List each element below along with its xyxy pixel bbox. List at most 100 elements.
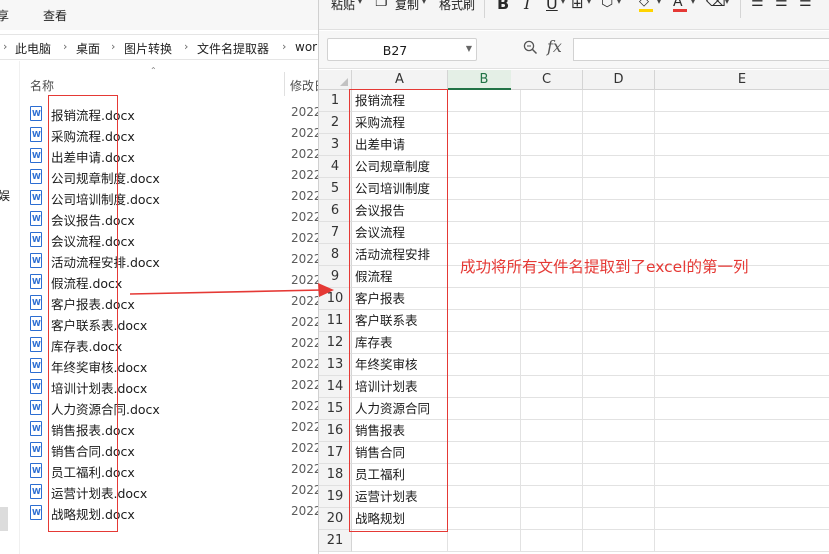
column-header-e[interactable]: E	[655, 70, 829, 90]
row-header[interactable]: 10	[319, 288, 352, 310]
fx-icon[interactable]: fx	[547, 37, 562, 56]
clear-format-caret-icon[interactable]: ▾	[725, 0, 729, 6]
borders-caret-icon[interactable]: ▾	[587, 0, 591, 6]
paste-dropdown-caret-icon[interactable]: ▾	[358, 0, 362, 6]
row-header[interactable]: 13	[319, 354, 352, 376]
paste-button[interactable]: 粘贴	[331, 0, 355, 13]
fill-color-icon[interactable]: ◇	[639, 0, 649, 9]
cell-d6[interactable]	[583, 200, 655, 222]
cell-c1[interactable]	[511, 90, 583, 112]
menu-view[interactable]: 查看	[43, 7, 67, 24]
cell-c12[interactable]	[511, 332, 583, 354]
cell-d18[interactable]	[583, 464, 655, 486]
align-right-icon[interactable]: ☰	[799, 0, 812, 10]
underline-icon[interactable]: U	[546, 0, 558, 13]
row-header[interactable]: 6	[319, 200, 352, 222]
align-left-icon[interactable]: ☰	[751, 0, 764, 10]
cell-c6[interactable]	[511, 200, 583, 222]
cell-c14[interactable]	[511, 376, 583, 398]
cell-e2[interactable]	[655, 112, 829, 134]
cell-e6[interactable]	[655, 200, 829, 222]
cell-c3[interactable]	[511, 134, 583, 156]
cell-c10[interactable]	[511, 288, 583, 310]
copy-icon[interactable]: ❐	[375, 0, 388, 10]
cell-e18[interactable]	[655, 464, 829, 486]
fill-color-caret-icon[interactable]: ▾	[657, 0, 661, 6]
formula-input[interactable]	[573, 38, 829, 61]
name-box[interactable]: B27 ▼	[327, 38, 477, 61]
cell-d12[interactable]	[583, 332, 655, 354]
row-header[interactable]: 4	[319, 156, 352, 178]
cell-d20[interactable]	[583, 508, 655, 530]
font-color-caret-icon[interactable]: ▾	[691, 0, 695, 6]
breadcrumb-this-pc[interactable]: 此电脑	[15, 40, 51, 57]
align-center-icon[interactable]: ☰	[775, 0, 788, 10]
cell-d16[interactable]	[583, 420, 655, 442]
cell-e15[interactable]	[655, 398, 829, 420]
cell-e21[interactable]	[655, 530, 829, 552]
cell-d21[interactable]	[583, 530, 655, 552]
italic-icon[interactable]: I	[524, 0, 530, 13]
row-header[interactable]: 18	[319, 464, 352, 486]
cell-c13[interactable]	[511, 354, 583, 376]
cell-d14[interactable]	[583, 376, 655, 398]
borders-icon[interactable]: ⊞	[571, 0, 584, 12]
cell-c2[interactable]	[511, 112, 583, 134]
cell-c7[interactable]	[511, 222, 583, 244]
cell-c16[interactable]	[511, 420, 583, 442]
row-header[interactable]: 21	[319, 530, 352, 552]
cell-e20[interactable]	[655, 508, 829, 530]
cell-d10[interactable]	[583, 288, 655, 310]
copy-button[interactable]: 复制	[395, 0, 419, 13]
copy-dropdown-caret-icon[interactable]: ▾	[422, 0, 426, 6]
row-header[interactable]: 8	[319, 244, 352, 266]
column-header-d[interactable]: D	[583, 70, 655, 90]
clear-format-icon[interactable]: ⌫	[706, 0, 726, 10]
row-header[interactable]: 1	[319, 90, 352, 112]
cell-d11[interactable]	[583, 310, 655, 332]
cell-c17[interactable]	[511, 442, 583, 464]
cell-d17[interactable]	[583, 442, 655, 464]
format-painter-button[interactable]: 格式刷	[439, 0, 475, 13]
underline-caret-icon[interactable]: ▾	[561, 0, 565, 6]
cell-c4[interactable]	[511, 156, 583, 178]
cell-e16[interactable]	[655, 420, 829, 442]
cell-e7[interactable]	[655, 222, 829, 244]
row-header[interactable]: 9	[319, 266, 352, 288]
column-divider[interactable]	[284, 72, 285, 96]
cell-e12[interactable]	[655, 332, 829, 354]
cell-d7[interactable]	[583, 222, 655, 244]
row-header[interactable]: 16	[319, 420, 352, 442]
column-header-name[interactable]: 名称	[30, 77, 54, 94]
cell-c19[interactable]	[511, 486, 583, 508]
breadcrumb-desktop[interactable]: 桌面	[76, 40, 100, 57]
breadcrumb-word-folder[interactable]: wor	[295, 40, 317, 54]
cell-e10[interactable]	[655, 288, 829, 310]
cell-c5[interactable]	[511, 178, 583, 200]
cell-e19[interactable]	[655, 486, 829, 508]
cell-e3[interactable]	[655, 134, 829, 156]
cell-c11[interactable]	[511, 310, 583, 332]
bold-icon[interactable]: B	[497, 0, 509, 13]
cell-style-caret-icon[interactable]: ▾	[617, 0, 621, 6]
row-header[interactable]: 11	[319, 310, 352, 332]
select-all-corner[interactable]	[319, 70, 352, 90]
cell-e4[interactable]	[655, 156, 829, 178]
cell-e1[interactable]	[655, 90, 829, 112]
row-header[interactable]: 19	[319, 486, 352, 508]
column-header-a[interactable]: A	[352, 70, 448, 90]
cell-d5[interactable]	[583, 178, 655, 200]
cell-e5[interactable]	[655, 178, 829, 200]
cell-style-icon[interactable]: ⬡	[601, 0, 613, 10]
cell-d1[interactable]	[583, 90, 655, 112]
breadcrumb-image-convert[interactable]: 图片转换	[124, 40, 172, 57]
cell-d2[interactable]	[583, 112, 655, 134]
menu-share[interactable]: 享	[0, 7, 9, 24]
column-header-date[interactable]: 修改日	[290, 77, 320, 94]
name-box-dropdown-icon[interactable]: ▼	[466, 44, 472, 53]
cell-e13[interactable]	[655, 354, 829, 376]
cell-d3[interactable]	[583, 134, 655, 156]
row-header[interactable]: 17	[319, 442, 352, 464]
breadcrumb-filename-extractor[interactable]: 文件名提取器	[197, 40, 269, 57]
cell-c18[interactable]	[511, 464, 583, 486]
